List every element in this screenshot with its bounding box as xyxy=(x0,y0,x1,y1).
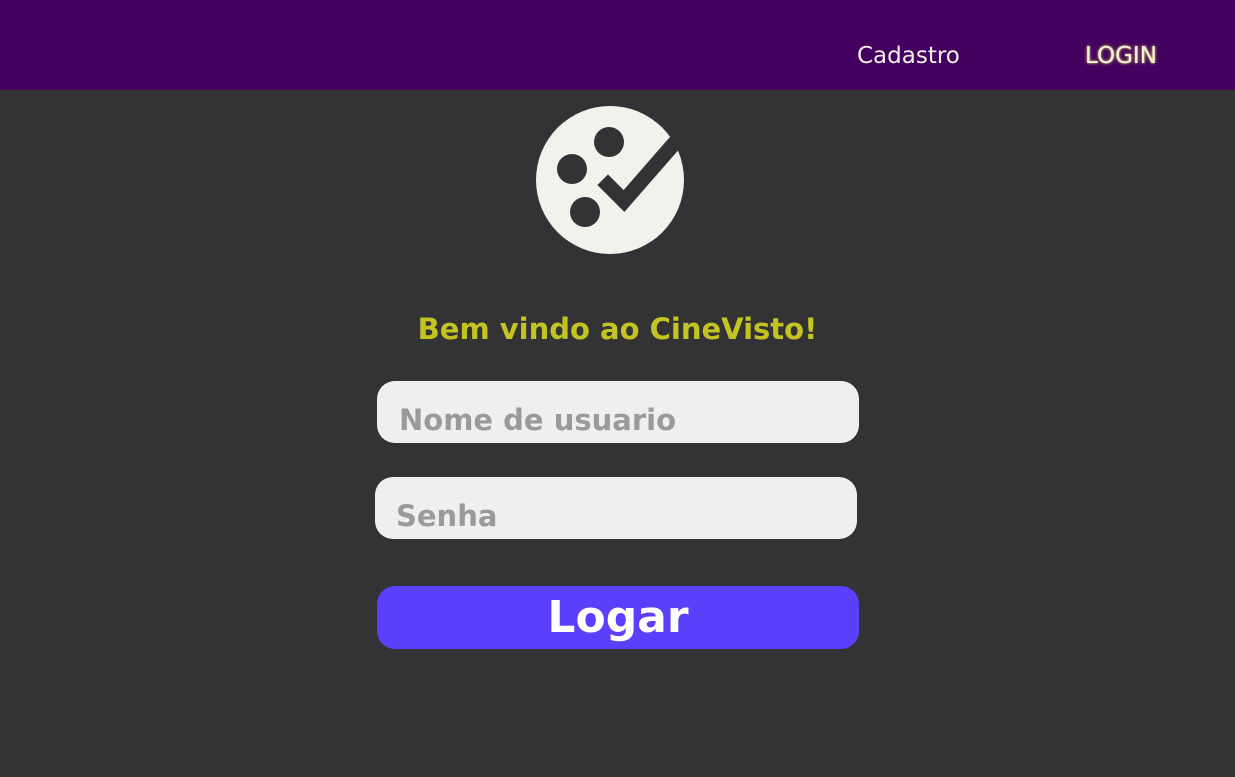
welcome-heading: Bem vindo ao CineVisto! xyxy=(417,312,818,346)
nav-login-link[interactable]: LOGIN xyxy=(1085,40,1157,72)
nav-cadastro-link[interactable]: Cadastro xyxy=(857,40,960,72)
username-input[interactable] xyxy=(377,381,859,443)
top-nav-bar: Cadastro LOGIN xyxy=(0,0,1235,90)
login-button[interactable]: Logar xyxy=(377,586,859,649)
password-input[interactable] xyxy=(375,477,857,539)
film-reel-check-icon xyxy=(536,105,690,255)
